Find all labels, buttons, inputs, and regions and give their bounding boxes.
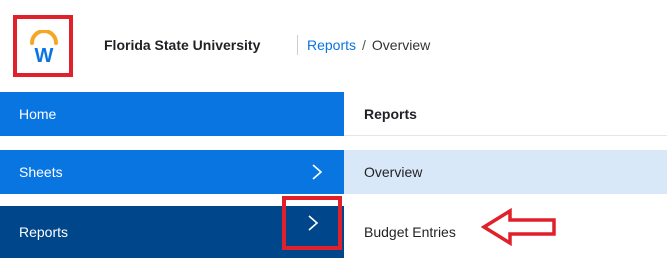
workday-logo-icon: W [30, 30, 58, 64]
nav-item-label: Reports [19, 224, 69, 240]
workday-logo[interactable]: W [13, 15, 73, 77]
logo-letter: W [35, 45, 54, 64]
breadcrumb-reports-link[interactable]: Reports [307, 37, 356, 53]
header-divider [297, 35, 298, 55]
breadcrumb-separator: / [362, 37, 366, 53]
nav-item-sheets[interactable]: Sheets [0, 150, 344, 194]
top-header: W Florida State University Reports / Overv… [0, 0, 667, 93]
org-name: Florida State University [104, 37, 261, 53]
chevron-right-icon[interactable] [306, 214, 320, 232]
panel-title-label: Reports [364, 105, 417, 122]
nav-divider [0, 136, 344, 150]
panel-item-overview[interactable]: Overview [344, 150, 667, 194]
left-navigation: Home Sheets Reports [0, 92, 344, 258]
panel-item-label: Overview [364, 164, 423, 180]
nav-item-label: Sheets [19, 164, 63, 180]
panel-item-label: Budget Entries [364, 224, 456, 240]
panel-title: Reports [344, 92, 667, 136]
breadcrumb-current: Overview [371, 37, 431, 53]
reports-chevron-highlight[interactable] [282, 196, 342, 250]
breadcrumb: Reports / Overview [307, 37, 430, 53]
red-arrow-annotation [480, 208, 556, 246]
chevron-right-icon[interactable] [310, 163, 324, 181]
nav-item-label: Home [19, 106, 57, 122]
workday-page: W Florida State University Reports / Overv… [0, 0, 667, 258]
nav-item-home[interactable]: Home [0, 92, 344, 136]
